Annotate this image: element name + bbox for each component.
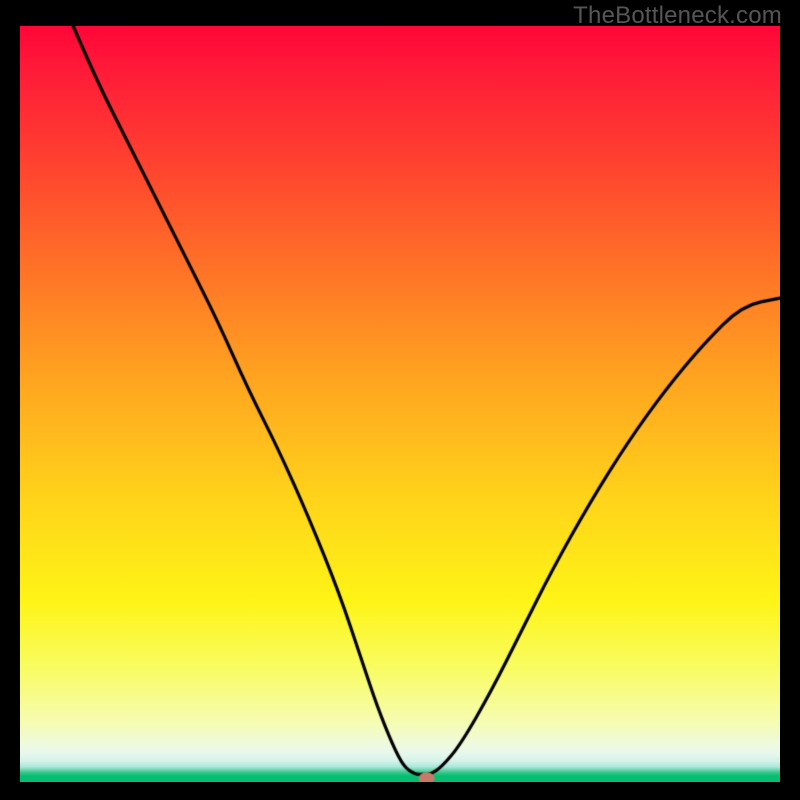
outer-frame: TheBottleneck.com	[0, 0, 800, 800]
watermark-text: TheBottleneck.com	[573, 2, 782, 30]
bottleneck-curve	[20, 26, 780, 782]
plot-area	[20, 26, 780, 782]
